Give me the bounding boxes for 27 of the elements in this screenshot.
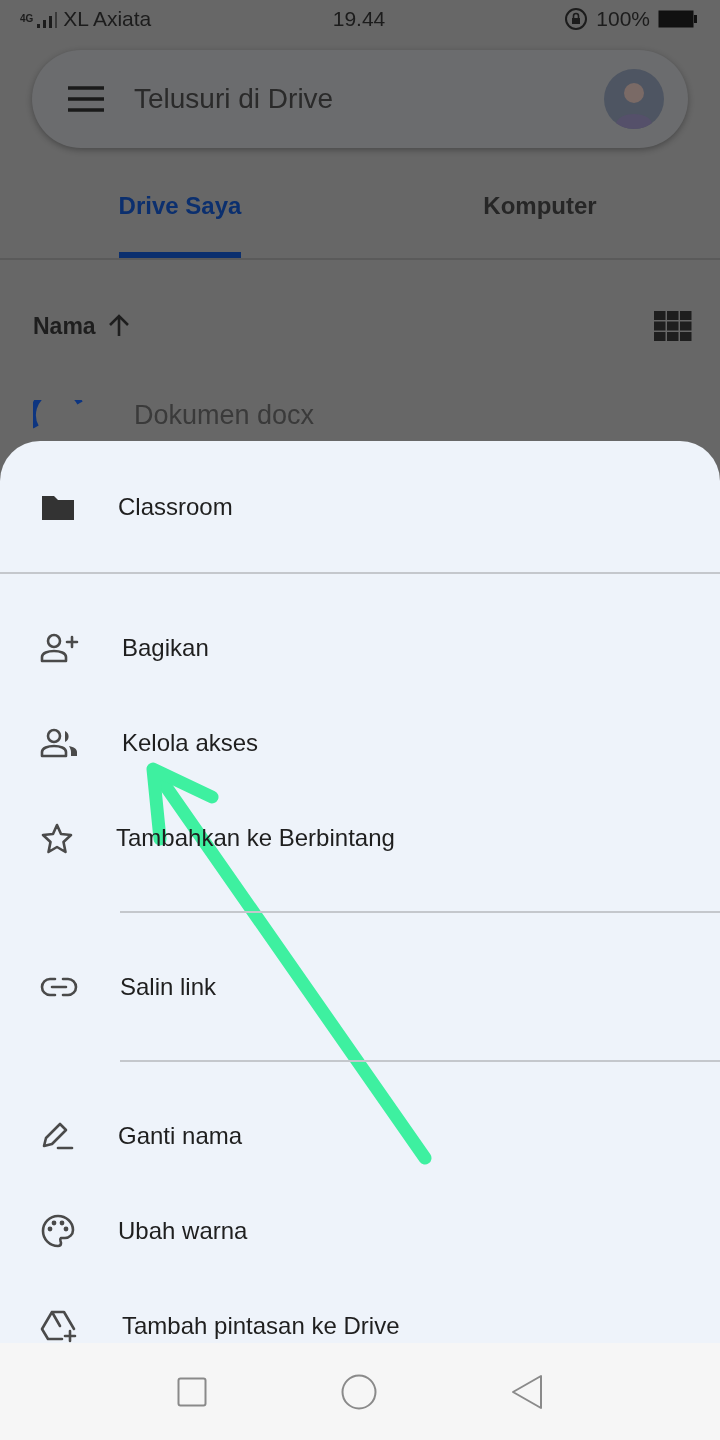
clock: 19.44 — [331, 7, 387, 31]
menu-item[interactable]: Ganti nama — [0, 1088, 720, 1183]
add-person-icon — [40, 632, 80, 663]
menu-item[interactable]: Ubah warna — [0, 1183, 720, 1278]
grid-view-icon[interactable] — [654, 311, 692, 341]
menu-item[interactable]: Kelola akses — [0, 695, 720, 790]
network-type: 4G — [20, 13, 34, 24]
menu-item[interactable]: Tambah pintasan ke Drive — [0, 1278, 720, 1343]
people-icon — [40, 727, 80, 758]
palette-icon — [40, 1212, 76, 1249]
menu-icon[interactable] — [68, 86, 104, 112]
menu-item[interactable]: Salin link — [0, 939, 720, 1034]
battery-percent: 100% — [596, 7, 650, 31]
menu-item[interactable]: Bagikan — [0, 600, 720, 695]
loading-icon — [33, 400, 84, 430]
home-button[interactable] — [341, 1373, 377, 1410]
star-icon — [40, 821, 74, 854]
back-button[interactable] — [511, 1373, 543, 1410]
recents-button[interactable] — [177, 1376, 207, 1407]
link-icon — [40, 975, 78, 998]
arrow-up-icon[interactable] — [107, 314, 130, 338]
battery-icon — [658, 10, 698, 28]
rotation-lock-icon — [564, 7, 589, 31]
search-placeholder: Telusuri di Drive — [134, 83, 335, 115]
signal-icon — [37, 10, 60, 28]
carrier-name: XL Axiata — [63, 7, 152, 31]
menu-item[interactable]: Classroom — [0, 459, 720, 554]
